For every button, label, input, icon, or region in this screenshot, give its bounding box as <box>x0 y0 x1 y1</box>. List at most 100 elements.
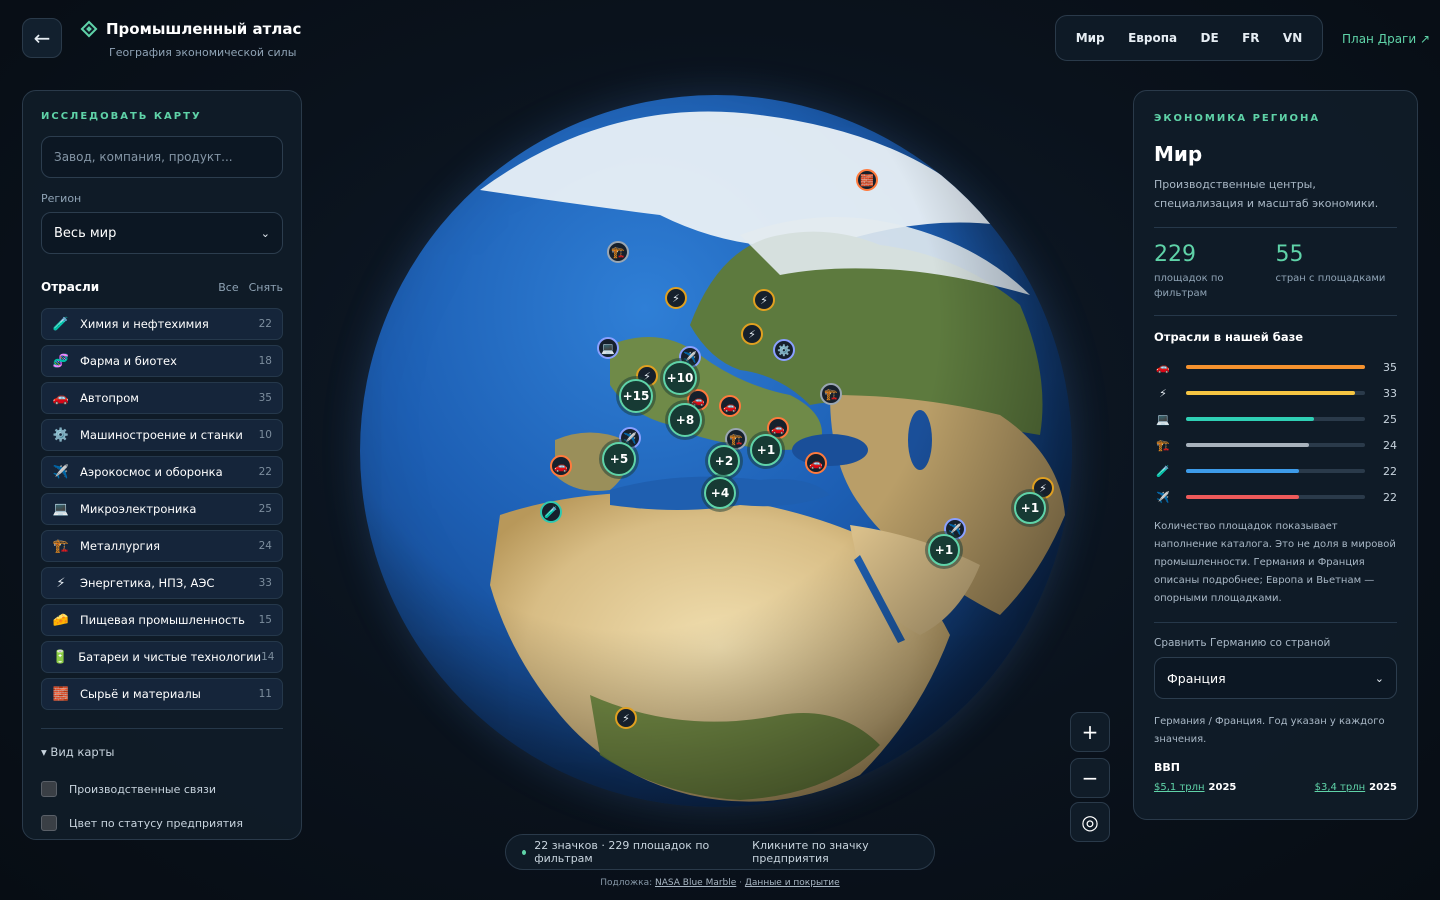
industry-count: 24 <box>258 540 272 552</box>
status-dot-icon <box>522 849 527 855</box>
cluster-marker[interactable]: +1 <box>928 534 960 566</box>
industry-item-batteries[interactable]: 🔋 Батареи и чистые технологии 14 <box>41 641 283 673</box>
industry-item-energy[interactable]: ⚡ Энергетика, НПЗ, АЭС 33 <box>41 567 283 599</box>
links-checkbox-row[interactable]: Производственные связи <box>41 781 283 797</box>
industry-item-pharma[interactable]: 🧬 Фарма и биотех 18 <box>41 345 283 377</box>
divider <box>1154 315 1397 317</box>
compare-country-value: Франция <box>1167 670 1226 686</box>
search-input[interactable] <box>41 136 283 178</box>
auto-marker[interactable]: 🚗 <box>550 455 572 477</box>
metallurgy-marker[interactable]: 🏗️ <box>820 383 842 405</box>
industry-count: 22 <box>258 318 272 330</box>
cluster-marker[interactable]: +1 <box>1014 492 1046 524</box>
car-icon: 🚗 <box>52 390 70 406</box>
cluster-marker[interactable]: +15 <box>619 379 653 413</box>
industry-item-metallurgy[interactable]: 🏗️ Металлургия 24 <box>41 530 283 562</box>
compare-country-select[interactable]: Франция ⌄ <box>1154 657 1397 700</box>
tab-europe[interactable]: Европа <box>1124 25 1181 51</box>
zoom-out-button[interactable]: − <box>1070 758 1110 798</box>
tab-vn[interactable]: VN <box>1279 25 1306 51</box>
energy-marker[interactable]: ⚡ <box>665 287 687 309</box>
chemistry-marker[interactable]: 🧪 <box>540 501 562 523</box>
materials-marker[interactable]: 🧱 <box>856 169 878 191</box>
industry-count: 11 <box>258 688 272 700</box>
cluster-marker[interactable]: +8 <box>668 403 702 437</box>
cluster-marker[interactable]: +10 <box>663 361 697 395</box>
cluster-marker[interactable]: +2 <box>708 445 740 477</box>
industry-count: 15 <box>258 614 272 626</box>
credits-prefix: Подложка: <box>600 878 655 888</box>
energy-marker[interactable]: ⚡ <box>615 707 637 729</box>
industry-count: 33 <box>258 577 272 589</box>
links-checkbox[interactable] <box>41 781 57 797</box>
industry-count: 25 <box>258 503 272 515</box>
industries-title: Отрасли <box>41 280 100 294</box>
bar-fill <box>1186 469 1299 474</box>
nasa-blue-marble-link[interactable]: NASA Blue Marble <box>655 878 736 888</box>
data-coverage-link[interactable]: Данные и покрытие <box>745 878 840 888</box>
industry-count: 35 <box>258 392 272 404</box>
laptop-icon: 💻 <box>1156 412 1170 426</box>
stat-sites: 229 площадок по фильтрам <box>1154 242 1276 301</box>
cluster-marker[interactable]: +5 <box>602 442 636 476</box>
map-view-toggle[interactable]: ▾ Вид карты <box>41 745 283 759</box>
industry-label: Батареи и чистые технологии <box>78 650 262 664</box>
cluster-marker[interactable]: +4 <box>704 477 736 509</box>
airplane-icon: ✈️ <box>1156 490 1170 504</box>
industry-label: Пищевая промышленность <box>80 613 245 627</box>
energy-marker[interactable]: ⚡ <box>741 323 763 345</box>
globe-map[interactable]: ⚡ ⚡ ⚡ ⚡ ⚡ ⚡ 💻 ✈️ ✈️ ✈️ 🏗️ 🏗️ 🏗️ 🚗 🚗 🚗 🚗 … <box>360 95 1080 807</box>
gdp-label: ВВП <box>1154 761 1180 775</box>
select-all-button[interactable]: Все <box>218 281 238 294</box>
region-select[interactable]: Весь мир ⌄ <box>41 212 283 254</box>
target-icon: ◎ <box>1081 810 1099 834</box>
energy-marker[interactable]: ⚡ <box>753 289 775 311</box>
bar-value: 22 <box>1383 490 1397 504</box>
tab-fr[interactable]: FR <box>1238 25 1263 51</box>
stat-sites-value: 229 <box>1154 242 1196 268</box>
microelectronics-marker[interactable]: 💻 <box>597 337 619 359</box>
reset-view-button[interactable]: ◎ <box>1070 802 1110 842</box>
minus-icon: − <box>1081 766 1099 790</box>
industry-item-food[interactable]: 🧀 Пищевая промышленность 15 <box>41 604 283 636</box>
region-label: Регион <box>41 192 82 205</box>
compare-note: Германия / Франция. Год указан у каждого… <box>1154 716 1385 746</box>
test-tube-icon: 🧪 <box>1156 464 1170 478</box>
clear-all-button[interactable]: Снять <box>249 281 283 294</box>
status-color-checkbox[interactable] <box>41 815 57 831</box>
auto-marker[interactable]: 🚗 <box>805 452 827 474</box>
arrow-left-icon: ← <box>33 26 51 50</box>
metallurgy-marker[interactable]: 🏗️ <box>607 241 629 263</box>
chevron-down-icon: ⌄ <box>1374 671 1384 685</box>
industry-item-materials[interactable]: 🧱 Сырьё и материалы 11 <box>41 678 283 710</box>
industry-label: Химия и нефтехимия <box>80 317 209 331</box>
back-button[interactable]: ← <box>22 18 62 58</box>
tab-world[interactable]: Мир <box>1072 25 1109 51</box>
bar-value: 25 <box>1383 412 1397 426</box>
cluster-marker[interactable]: +1 <box>750 434 782 466</box>
industry-bars: 🚗 35 ⚡ 33 💻 25 🏗️ 24 🧪 22 ✈️ 22 <box>1154 354 1397 510</box>
gdp-germany-value[interactable]: $5,1 трлн <box>1154 782 1205 793</box>
status-color-checkbox-row[interactable]: Цвет по статусу предприятия <box>41 815 283 831</box>
stats: 229 площадок по фильтрам 55 стран с площ… <box>1154 242 1397 301</box>
steel-beam-icon: 🏗️ <box>52 538 70 554</box>
industry-item-chemistry[interactable]: 🧪 Химия и нефтехимия 22 <box>41 308 283 340</box>
zoom-in-button[interactable]: + <box>1070 712 1110 752</box>
bar-fill <box>1186 365 1365 370</box>
brand: Промышленный атлас География экономическ… <box>82 20 301 59</box>
industry-item-machinery[interactable]: ⚙️ Машиностроение и станки 10 <box>41 419 283 451</box>
auto-marker[interactable]: 🚗 <box>719 395 741 417</box>
industry-item-aerospace[interactable]: ✈️ Аэрокосмос и оборонка 22 <box>41 456 283 488</box>
lightning-icon: ⚡ <box>56 575 66 591</box>
status-color-checkbox-label: Цвет по статусу предприятия <box>69 816 243 830</box>
globe[interactable]: ⚡ ⚡ ⚡ ⚡ ⚡ ⚡ 💻 ✈️ ✈️ ✈️ 🏗️ 🏗️ 🏗️ 🚗 🚗 🚗 🚗 … <box>360 95 1072 807</box>
industry-count: 14 <box>261 651 275 663</box>
tab-de[interactable]: DE <box>1196 25 1222 51</box>
gdp-france-value[interactable]: $3,4 трлн <box>1315 782 1366 793</box>
machinery-marker[interactable]: ⚙️ <box>773 339 795 361</box>
industry-item-microelectronics[interactable]: 💻 Микроэлектроника 25 <box>41 493 283 525</box>
gear-icon: ⚙️ <box>52 427 70 443</box>
industry-item-auto[interactable]: 🚗 Автопром 35 <box>41 382 283 414</box>
app-subtitle: География экономической силы <box>109 46 297 59</box>
draghi-plan-link[interactable]: План Драги ↗ <box>1342 32 1430 46</box>
